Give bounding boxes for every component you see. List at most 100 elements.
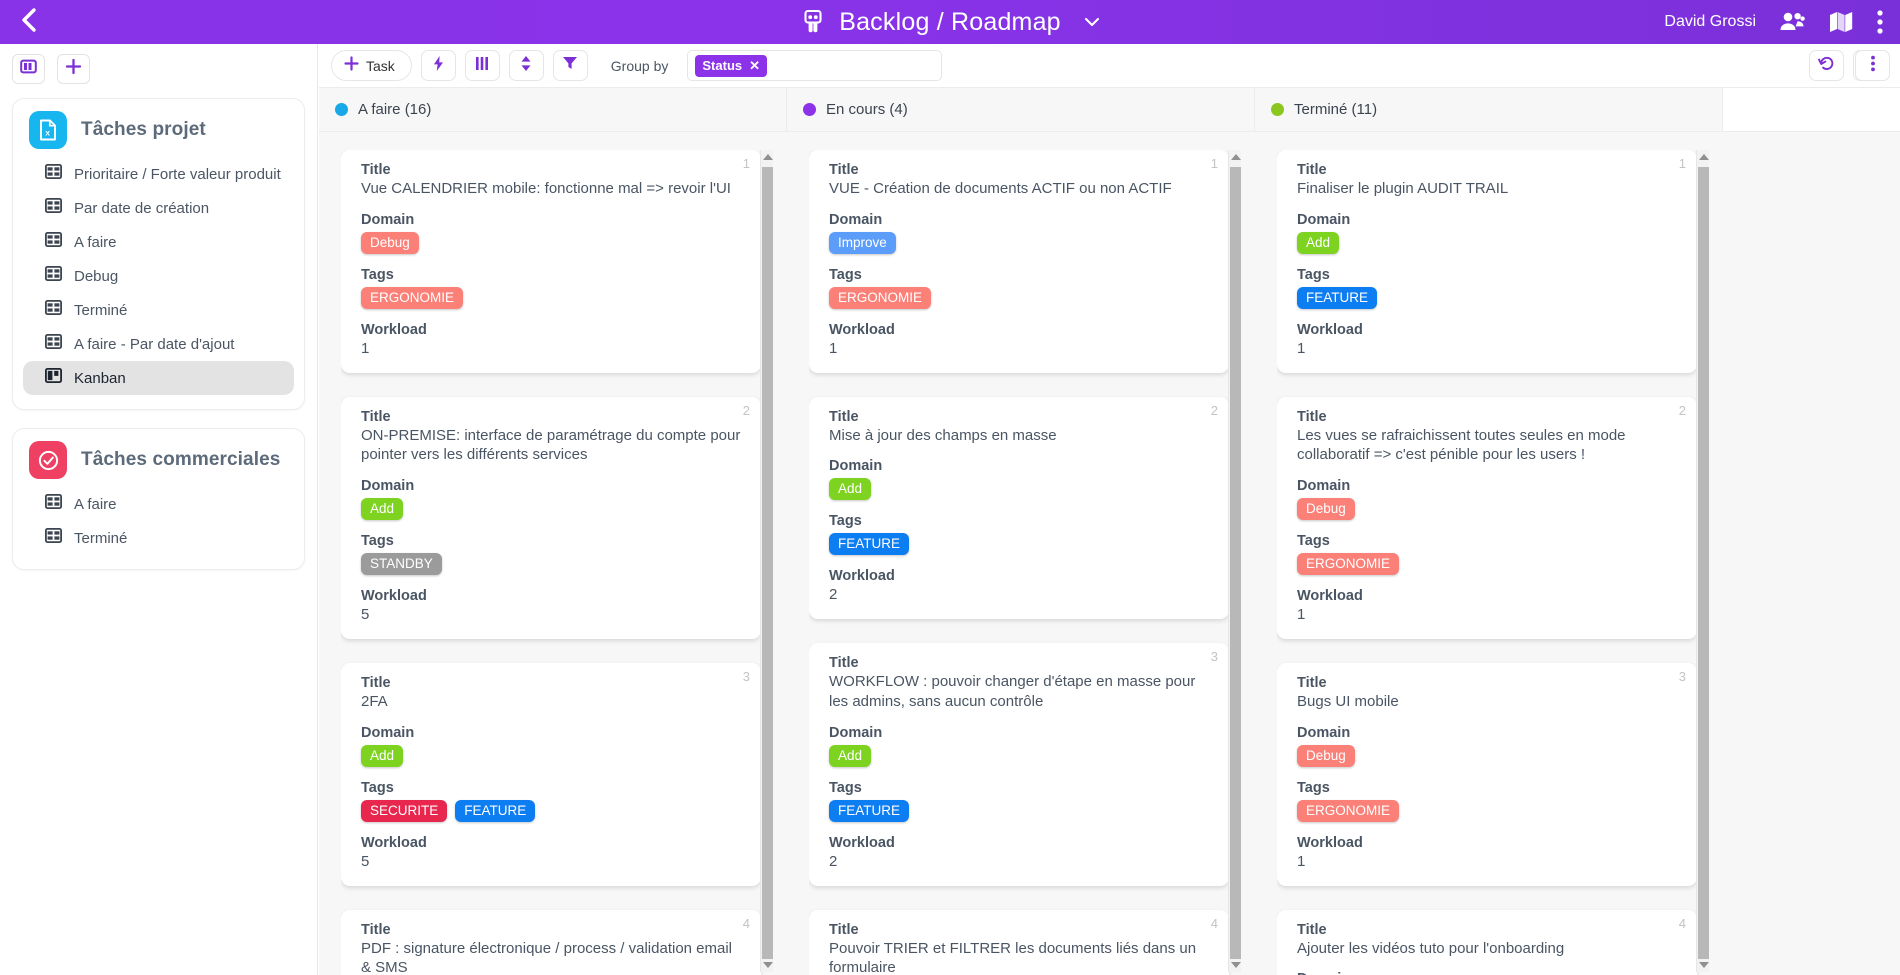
tag-chip[interactable]: ERGONOMIE [829,286,932,309]
add-task-button[interactable]: Task [331,50,412,81]
task-card[interactable]: 1 Title Finaliser le plugin AUDIT TRAIL Dom… [1277,150,1697,373]
card-tags-field: Tags FEATURE [829,780,1213,822]
tag-chip[interactable]: ERGONOMIE [1297,553,1400,576]
card-title-value: Vue CALENDRIER mobile: fonctionne mal =>… [361,180,731,197]
domain-chip[interactable]: Add [361,498,404,521]
sidebar-item-a-faire[interactable]: A faire [23,225,294,259]
task-card[interactable]: 2 Title ON-PREMISE: interface de paramétra… [341,396,761,639]
scroll-down-arrow-icon[interactable] [763,962,773,968]
board-empty-area [1723,132,1900,975]
domain-chip[interactable]: Add [1297,231,1340,254]
sidebar-item-prioritaire-forte-valeur-produit[interactable]: Prioritaire / Forte valeur produit [23,157,294,191]
check-circle-icon [29,441,67,479]
domain-label: Domain [829,724,883,741]
card-title-field: Title Pouvoir TRIER et FILTRER les docume… [829,922,1213,975]
tag-chip[interactable]: ERGONOMIE [361,286,464,309]
board-overflow-button[interactable] [1855,50,1890,81]
column-scrollbar[interactable] [760,150,773,972]
task-card[interactable]: 3 Title WORKFLOW : pouvoir changer d'étape… [809,643,1229,886]
column-scrollbar[interactable] [1228,150,1241,972]
domain-label: Domain [1297,211,1351,228]
domain-chip[interactable]: Debug [1297,744,1355,767]
sidebar-item-a-faire-par-date-d-ajout[interactable]: A faire - Par date d'ajout [23,327,294,361]
scroll-up-arrow-icon[interactable] [1699,154,1709,160]
sidebar-item-label: Prioritaire / Forte valeur produit [74,165,281,183]
task-card[interactable]: 4 Title PDF : signature électronique / pro… [341,909,761,975]
card-workload-field: Workload 1 [1297,588,1681,625]
toggle-panel-button[interactable] [12,54,45,84]
tag-chip[interactable]: FEATURE [829,799,910,822]
sidebar-item-debug[interactable]: Debug [23,259,294,293]
column-scrollbar[interactable] [1696,150,1709,972]
automation-button[interactable] [420,50,456,81]
more-vertical-icon[interactable] [1876,9,1884,35]
domain-chip[interactable]: Debug [1297,498,1355,521]
sidebar-item-termin[interactable]: Terminé [23,521,294,555]
card-workload-value: 5 [361,606,370,624]
chevron-down-icon[interactable] [1082,12,1102,32]
column-header-2[interactable]: En cours (4) [787,88,1255,131]
card-workload-field: Workload 1 [829,322,1213,359]
robot-document-icon [798,7,828,37]
domain-chip[interactable]: Debug [361,231,419,254]
sidebar-item-kanban[interactable]: Kanban [23,361,294,395]
group-by-field[interactable]: Status ✕ [687,50,943,81]
sort-icon [520,55,532,77]
columns-button[interactable] [464,50,500,81]
tag-chip[interactable]: SECURITE [361,799,448,822]
card-index: 2 [742,402,750,418]
domain-chip[interactable]: Add [829,478,872,501]
group-by-chip-status[interactable]: Status ✕ [695,54,768,77]
tag-chip[interactable]: STANDBY [361,553,442,576]
kanban-icon [44,367,62,388]
sort-button[interactable] [508,50,544,81]
sidebar-group-header[interactable]: Tâches commerciales [23,441,294,479]
domain-chips: Improve [829,231,1213,254]
scrollbar-thumb[interactable] [1230,167,1241,959]
task-card[interactable]: 1 Title Vue CALENDRIER mobile: fonctionne … [341,150,761,373]
sidebar-group-header[interactable]: x Tâches projet [23,111,294,149]
task-card[interactable]: 4 Title Pouvoir TRIER et FILTRER les docum… [809,909,1229,975]
domain-chip[interactable]: Add [829,744,872,767]
card-tags-field: Tags ERGONOMIE [829,267,1213,309]
add-view-button[interactable] [57,54,90,84]
map-icon[interactable] [1828,10,1854,34]
column-header-3[interactable]: Terminé (11) [1255,88,1723,131]
tag-chip[interactable]: FEATURE [455,799,536,822]
task-card[interactable]: 2 Title Les vues se rafraichissent toutes … [1277,396,1697,639]
tag-chip[interactable]: ERGONOMIE [1297,799,1400,822]
column-header-1[interactable]: A faire (16) [319,88,787,131]
sidebar-item-a-faire[interactable]: A faire [23,487,294,521]
scroll-down-arrow-icon[interactable] [1231,962,1241,968]
task-card[interactable]: 3 Title 2FA Domain Add Tags SECURITE FEATURE Wor… [341,662,761,886]
domain-chip[interactable]: Improve [829,231,896,254]
card-index: 2 [1678,402,1686,418]
tag-chips: STANDBY [361,553,745,576]
tag-chip[interactable]: FEATURE [829,533,910,556]
people-icon[interactable] [1778,11,1806,33]
scrollbar-thumb[interactable] [1698,167,1709,959]
tag-chips: FEATURE [829,533,1213,556]
scroll-down-arrow-icon[interactable] [1699,962,1709,968]
tag-chip[interactable]: FEATURE [1297,286,1378,309]
top-bar-right: David Grossi [1664,0,1900,44]
status-dot [335,103,348,116]
grid-icon [44,333,62,354]
task-card[interactable]: 4 Title Ajouter les vidéos tuto pour l'onb… [1277,909,1697,975]
scroll-up-arrow-icon[interactable] [763,154,773,160]
tags-label: Tags [829,779,862,796]
filter-button[interactable] [552,50,588,81]
user-name[interactable]: David Grossi [1664,13,1756,31]
close-icon[interactable]: ✕ [749,58,760,74]
scrollbar-thumb[interactable] [762,167,773,959]
card-index: 1 [1210,156,1218,171]
undo-button[interactable] [1809,50,1844,81]
sidebar-item-par-date-de-cr-ation[interactable]: Par date de création [23,191,294,225]
task-card[interactable]: 1 Title VUE - Création de documents ACTIF … [809,150,1229,373]
domain-chip[interactable]: Add [361,744,404,767]
task-card[interactable]: 3 Title Bugs UI mobile Domain Debug Tags ERGON… [1277,662,1697,886]
sidebar-item-termin[interactable]: Terminé [23,293,294,327]
task-card[interactable]: 2 Title Mise à jour des champs en masse Dom… [809,396,1229,620]
scroll-up-arrow-icon[interactable] [1231,154,1241,160]
add-task-label: Task [366,57,395,74]
